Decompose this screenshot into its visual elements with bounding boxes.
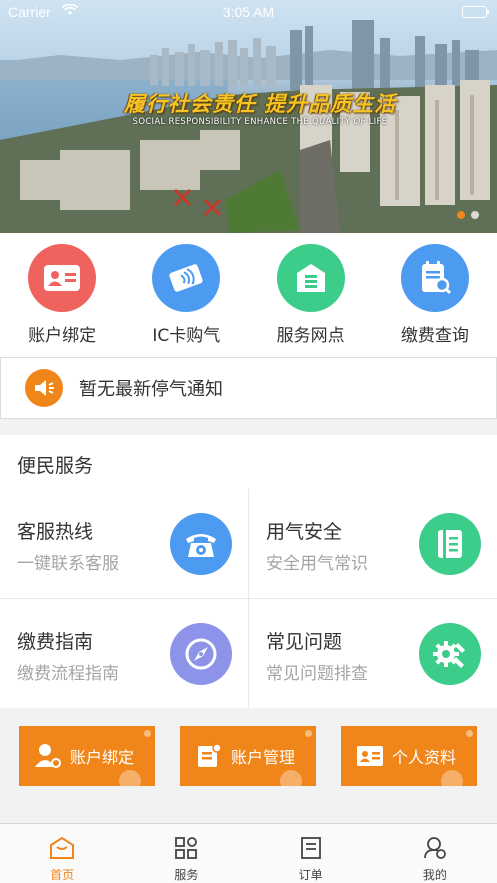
outage-notice-bar[interactable]: 暂无最新停气通知 <box>0 357 497 419</box>
account-manage-button[interactable]: 账户管理 <box>180 726 316 786</box>
service-subtitle: 一键联系客服 <box>17 554 119 574</box>
status-bar: Carrier 3:05 AM <box>0 0 497 24</box>
service-title: 缴费指南 <box>17 631 94 653</box>
store-icon <box>276 244 345 312</box>
notebook-icon <box>419 513 481 575</box>
service-hotline[interactable]: 客服热线 一键联系客服 <box>0 489 248 598</box>
carousel-indicator <box>457 211 479 219</box>
battery-icon <box>462 6 489 18</box>
grid-icon <box>173 835 199 861</box>
bottom-tab-bar: 首页 服务 订单 我的 <box>0 823 497 883</box>
tab-label: 订单 <box>298 868 323 882</box>
carousel-dot[interactable] <box>471 211 479 219</box>
tab-services[interactable]: 服务 <box>124 824 248 883</box>
service-subtitle: 缴费流程指南 <box>17 664 119 684</box>
quick-label: 账户绑定 <box>28 326 97 346</box>
service-faq[interactable]: 常见问题 常见问题排查 <box>249 599 497 708</box>
quick-label: IC卡购气 <box>152 326 221 346</box>
gear-wrench-icon <box>419 623 481 685</box>
action-label: 账户绑定 <box>70 748 135 767</box>
quick-item-ic-card[interactable]: IC卡购气 <box>124 233 248 357</box>
tab-label: 我的 <box>422 868 447 882</box>
bill-search-icon <box>400 244 469 312</box>
account-bind-button[interactable]: 账户绑定 <box>19 726 155 786</box>
home-icon <box>49 835 75 861</box>
action-label: 个人资料 <box>392 748 457 767</box>
tab-label: 服务 <box>174 868 199 882</box>
tab-mine[interactable]: 我的 <box>373 824 497 883</box>
convenience-services: 便民服务 客服热线 一键联系客服 用气安全 安全用气常识 缴费指南 缴费流程指南… <box>0 435 497 708</box>
quick-menu: 账户绑定 IC卡购气 服务网点 缴费查询 <box>0 233 497 357</box>
quick-label: 缴费查询 <box>400 326 469 346</box>
speaker-icon <box>25 369 63 407</box>
tab-label: 首页 <box>50 868 75 882</box>
tab-orders[interactable]: 订单 <box>249 824 373 883</box>
quick-actions: 账户绑定 账户管理 个人资料 <box>0 726 497 786</box>
profile-card-icon <box>356 742 384 770</box>
quick-item-service-outlets[interactable]: 服务网点 <box>249 233 373 357</box>
user-icon <box>422 835 448 861</box>
service-payment-guide[interactable]: 缴费指南 缴费流程指南 <box>0 599 248 708</box>
order-icon <box>298 835 324 861</box>
action-label: 账户管理 <box>231 748 296 767</box>
telephone-icon <box>170 513 232 575</box>
section-title: 便民服务 <box>17 455 94 477</box>
id-card-icon <box>28 244 97 312</box>
service-subtitle: 安全用气常识 <box>266 554 368 574</box>
notice-text: 暂无最新停气通知 <box>79 379 223 400</box>
quick-label: 服务网点 <box>276 326 345 346</box>
clock: 3:05 AM <box>222 4 275 20</box>
tab-home[interactable]: 首页 <box>0 824 124 883</box>
carousel-dot-active[interactable] <box>457 211 465 219</box>
nfc-card-icon <box>152 244 221 312</box>
service-title: 客服热线 <box>17 521 94 543</box>
banner-carousel[interactable]: 履行社会责任 提升品质生活 SOCIAL RESPONSIBILITY ENHA… <box>0 0 497 233</box>
service-title: 用气安全 <box>266 521 343 543</box>
divider <box>0 598 497 599</box>
quick-item-account-bind[interactable]: 账户绑定 <box>0 233 124 357</box>
service-title: 常见问题 <box>266 631 343 653</box>
banner-slogan-cn: 履行社会责任 提升品质生活 <box>123 92 397 116</box>
profile-button[interactable]: 个人资料 <box>341 726 477 786</box>
quick-item-bill-query[interactable]: 缴费查询 <box>373 233 497 357</box>
compass-icon <box>170 623 232 685</box>
service-subtitle: 常见问题排查 <box>266 664 368 684</box>
user-bind-icon <box>34 742 62 770</box>
account-manage-icon <box>195 742 223 770</box>
service-gas-safety[interactable]: 用气安全 安全用气常识 <box>249 489 497 598</box>
banner-slogan-en: SOCIAL RESPONSIBILITY ENHANCE THE QUALIT… <box>132 117 388 127</box>
